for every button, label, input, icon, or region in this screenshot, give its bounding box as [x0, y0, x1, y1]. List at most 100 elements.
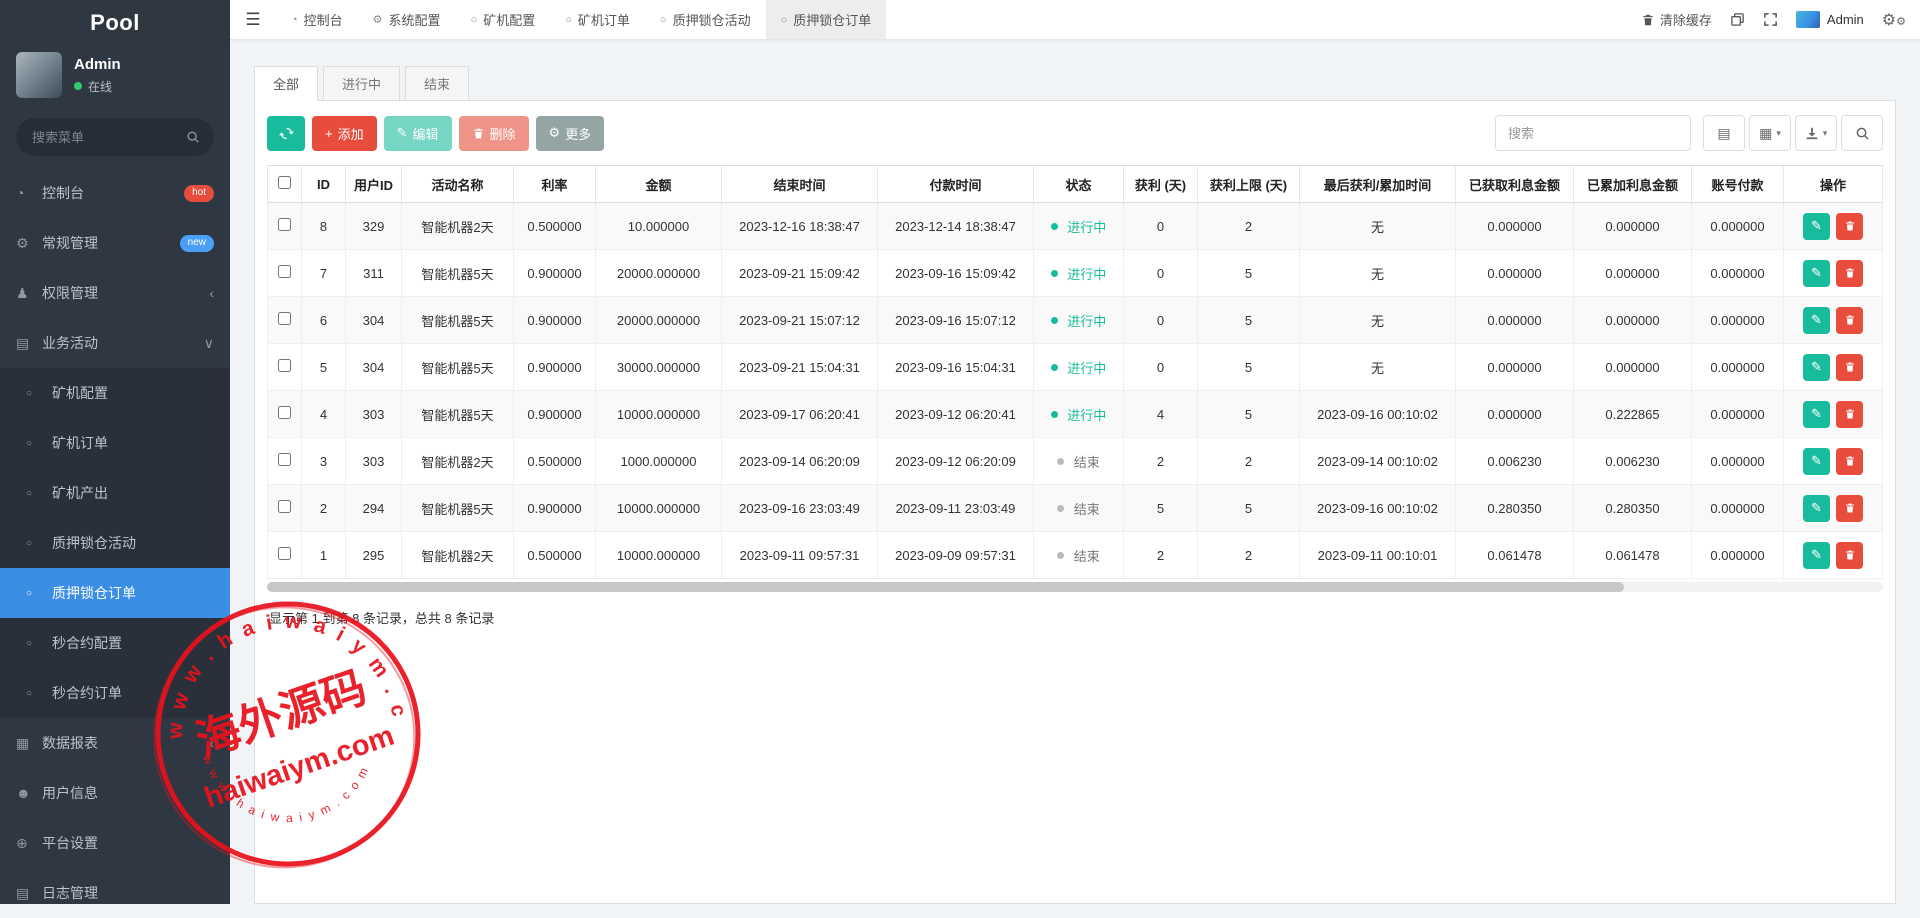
row-checkbox[interactable]	[278, 218, 291, 231]
column-header[interactable]: 获利 (天)	[1124, 166, 1198, 203]
column-header[interactable]: 金额	[596, 166, 722, 203]
sidebar-item[interactable]: ▦ 数据报表 ‹	[0, 718, 230, 768]
delete-row-button[interactable]	[1836, 495, 1863, 522]
search-toggle-button[interactable]	[1841, 115, 1883, 151]
sidebar-item[interactable]: ○ 矿机订单	[0, 418, 230, 468]
edit-row-button[interactable]: ✎	[1803, 354, 1830, 381]
edit-button[interactable]: ✎ 编辑	[384, 116, 452, 151]
sidebar-item[interactable]: ○ 矿机产出	[0, 468, 230, 518]
delete-row-button[interactable]	[1836, 260, 1863, 287]
sidebar-item-label: 常规管理	[42, 233, 98, 253]
fullscreen-icon[interactable]	[1763, 12, 1778, 27]
topbar-tab[interactable]: ○ 质押锁仓活动	[645, 0, 766, 39]
edit-row-button[interactable]: ✎	[1803, 260, 1830, 287]
clear-cache-button[interactable]: 清除缓存	[1641, 10, 1712, 29]
edit-row-button[interactable]: ✎	[1803, 307, 1830, 334]
edit-row-button[interactable]: ✎	[1803, 213, 1830, 240]
edit-row-button[interactable]: ✎	[1803, 495, 1830, 522]
topbar-username[interactable]: Admin	[1827, 12, 1864, 27]
sidebar-item[interactable]: ○ 质押锁仓活动	[0, 518, 230, 568]
delete-row-button[interactable]	[1836, 401, 1863, 428]
column-header[interactable]: 已获取利息金额	[1456, 166, 1574, 203]
column-header[interactable]: ID	[302, 166, 346, 203]
sidebar-item[interactable]: ☻ 用户信息	[0, 768, 230, 818]
chevron-icon: ∨	[204, 335, 214, 352]
column-header[interactable]: 已累加利息金额	[1574, 166, 1692, 203]
detail-view-button[interactable]: ▤	[1703, 115, 1745, 151]
delete-row-button[interactable]	[1836, 307, 1863, 334]
sidebar-item[interactable]: ○ 秒合约订单	[0, 668, 230, 718]
refresh-button[interactable]	[267, 116, 305, 151]
filter-tab[interactable]: 全部	[254, 66, 318, 101]
filter-tab[interactable]: 进行中	[323, 66, 400, 101]
sidebar-item[interactable]: ♟ 权限管理 ‹	[0, 268, 230, 318]
more-button[interactable]: ⚙ 更多	[536, 116, 605, 151]
cell-user-id: 329	[346, 203, 402, 250]
sidebar-item[interactable]: ⊕ 平台设置	[0, 818, 230, 868]
sidebar-item[interactable]: ○ 矿机配置	[0, 368, 230, 418]
delete-row-button[interactable]	[1836, 213, 1863, 240]
export-button[interactable]: ▾	[1795, 115, 1837, 151]
topbar-avatar[interactable]	[1796, 11, 1820, 28]
delete-row-button[interactable]	[1836, 542, 1863, 569]
refresh-view-icon[interactable]	[1730, 12, 1745, 27]
sidebar-item[interactable]: ○ 质押锁仓订单	[0, 568, 230, 618]
add-button[interactable]: + 添加	[312, 116, 377, 151]
sidebar-item-label: 质押锁仓活动	[52, 533, 136, 553]
row-checkbox[interactable]	[278, 312, 291, 325]
row-checkbox[interactable]	[278, 359, 291, 372]
table-search-input[interactable]	[1495, 115, 1691, 151]
delete-button[interactable]: 删除	[459, 116, 529, 151]
table-row: 4 303 智能机器5天 0.900000 10000.000000 2023-…	[268, 391, 1883, 438]
sidebar-item[interactable]: ◔ 控制台 hot	[0, 168, 230, 218]
edit-row-button[interactable]: ✎	[1803, 448, 1830, 475]
cell-end-time: 2023-09-14 06:20:09	[722, 438, 878, 485]
sidebar-item-label: 日志管理	[42, 883, 98, 903]
cell-activity-name: 智能机器5天	[402, 391, 514, 438]
table-row: 8 329 智能机器2天 0.500000 10.000000 2023-12-…	[268, 203, 1883, 250]
settings-gears-icon[interactable]: ⚙⚙	[1882, 10, 1906, 30]
status-dot	[1057, 505, 1064, 512]
hamburger-icon[interactable]: ☰	[230, 0, 276, 39]
delete-row-button[interactable]	[1836, 448, 1863, 475]
topbar-tab[interactable]: ○ 矿机配置	[456, 0, 551, 39]
row-checkbox[interactable]	[278, 265, 291, 278]
column-header[interactable]: 获利上限 (天)	[1198, 166, 1300, 203]
column-header[interactable]: 活动名称	[402, 166, 514, 203]
column-header[interactable]: 利率	[514, 166, 596, 203]
edit-row-button[interactable]: ✎	[1803, 542, 1830, 569]
columns-view-button[interactable]: ▦ ▾	[1749, 115, 1791, 151]
topbar-tab[interactable]: ○ 矿机订单	[550, 0, 645, 39]
delete-row-button[interactable]	[1836, 354, 1863, 381]
column-header[interactable]: 付款时间	[878, 166, 1034, 203]
horizontal-scrollbar[interactable]	[267, 582, 1883, 592]
sidebar-item[interactable]: ▤ 日志管理	[0, 868, 230, 918]
filter-tab[interactable]: 结束	[405, 66, 469, 101]
column-header[interactable]: 用户ID	[346, 166, 402, 203]
topbar-tab[interactable]: ⚙ 系统配置	[358, 0, 456, 39]
topbar-tab[interactable]: ○ 质押锁仓订单	[766, 0, 887, 39]
row-checkbox[interactable]	[278, 453, 291, 466]
sidebar-item[interactable]: ▤ 业务活动 ∨	[0, 318, 230, 368]
sidebar-item[interactable]: ○ 秒合约配置	[0, 618, 230, 668]
row-checkbox[interactable]	[278, 547, 291, 560]
scrollbar-thumb[interactable]	[267, 582, 1624, 592]
select-all-checkbox[interactable]	[278, 176, 291, 189]
cell-amount: 20000.000000	[596, 250, 722, 297]
topbar-tab[interactable]: ◔ 控制台	[276, 0, 358, 39]
sidebar-item[interactable]: ⚙ 常规管理 new	[0, 218, 230, 268]
column-header[interactable]: 最后获利/累加时间	[1300, 166, 1456, 203]
cell-account-pay: 0.000000	[1692, 438, 1784, 485]
tab-label: 质押锁仓活动	[673, 10, 751, 29]
menu-search-input[interactable]	[16, 118, 214, 156]
column-header[interactable]: 状态	[1034, 166, 1124, 203]
trash-icon	[1641, 13, 1655, 27]
add-button-label: 添加	[338, 124, 364, 143]
column-header[interactable]: 账号付款	[1692, 166, 1784, 203]
column-header[interactable]: 操作	[1784, 166, 1883, 203]
column-header[interactable]: 结束时间	[722, 166, 878, 203]
edit-row-button[interactable]: ✎	[1803, 401, 1830, 428]
row-checkbox[interactable]	[278, 406, 291, 419]
row-checkbox[interactable]	[278, 500, 291, 513]
avatar[interactable]	[16, 52, 62, 98]
